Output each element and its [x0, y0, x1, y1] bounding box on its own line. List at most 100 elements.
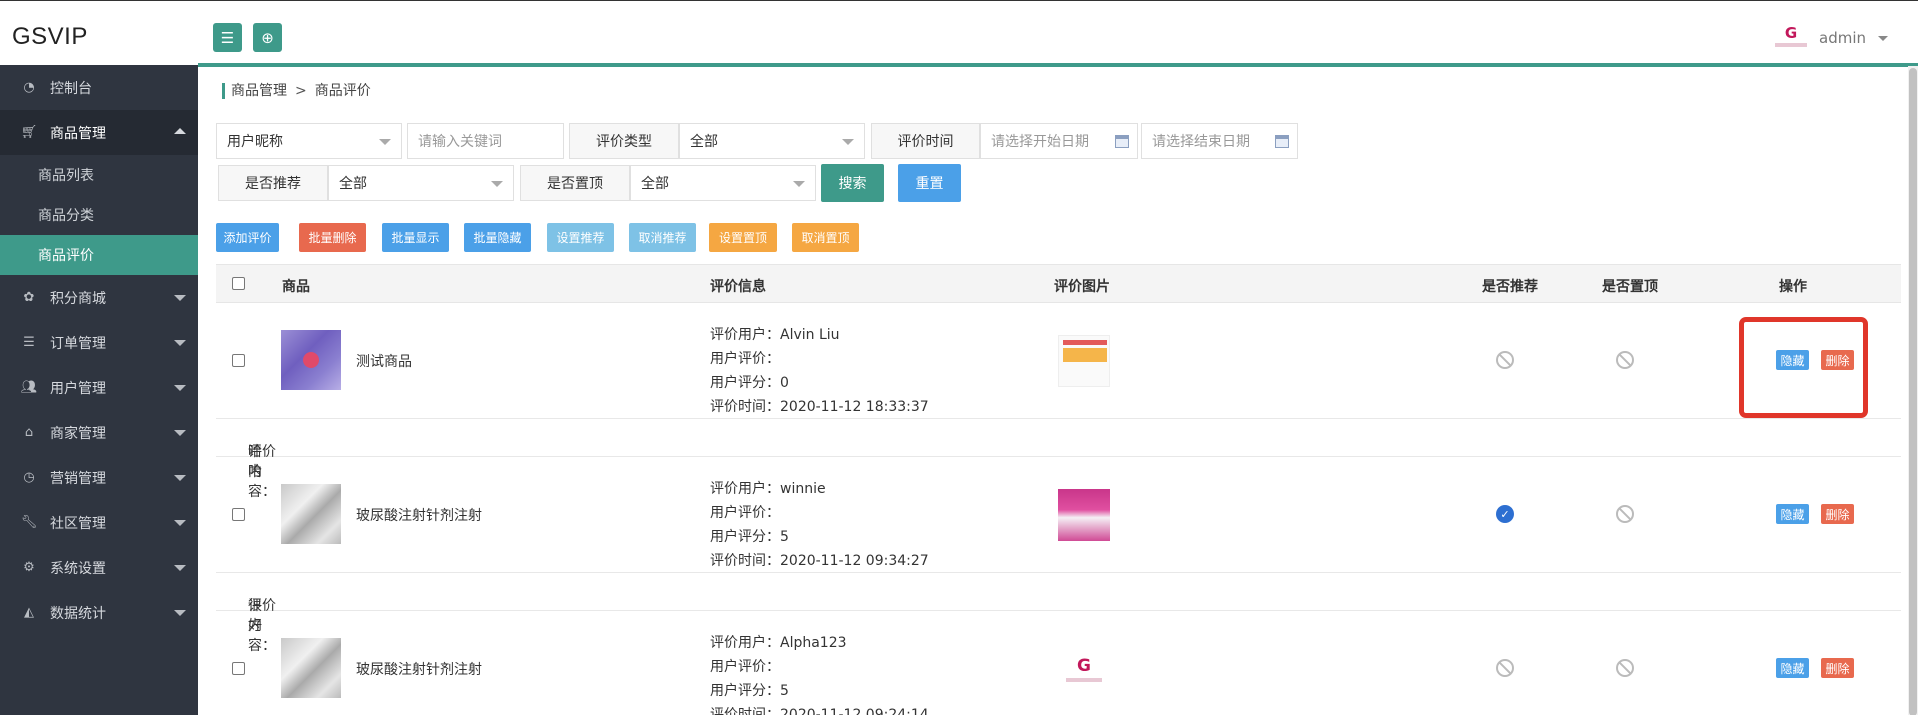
sidebar-subitem-goods-list[interactable]: 商品列表 — [0, 155, 198, 195]
review-image[interactable] — [1058, 489, 1110, 541]
ban-icon[interactable] — [1496, 659, 1514, 677]
recommend-select[interactable]: 全部 — [328, 165, 514, 201]
end-date-input[interactable]: 请选择结束日期 — [1141, 123, 1298, 159]
header-product: 商品 — [282, 279, 310, 295]
sidebar-item-label: 营销管理 — [50, 470, 106, 487]
highlight-annotation — [1739, 317, 1868, 418]
cancel-recommend-button[interactable]: 取消推荐 — [629, 223, 696, 252]
search-button[interactable]: 搜索 — [821, 164, 884, 202]
app-logo: GSVIP — [12, 23, 88, 50]
review-table: 商品 评价信息 评价图片 是否推荐 是否置顶 操作 测试商品 评价用户：Alvi… — [216, 264, 1901, 715]
sidebar-item-users[interactable]: 👥︎ 用户管理 — [0, 365, 198, 410]
keyword-input[interactable]: 请输入关键词 — [407, 123, 564, 159]
sidebar-item-label: 用户管理 — [50, 380, 106, 397]
cart-icon: 🛒︎ — [20, 125, 38, 140]
review-image[interactable]: G — [1058, 643, 1110, 695]
ban-icon[interactable] — [1496, 351, 1514, 369]
check-circle-icon[interactable]: ✓ — [1496, 505, 1514, 523]
chevron-down-icon — [174, 385, 186, 391]
select-all-checkbox[interactable] — [232, 277, 245, 290]
review-info: 评价用户：Alpha123 用户评价： 用户评分：5 评价时间：2020-11-… — [710, 635, 929, 715]
sidebar-item-points-mall[interactable]: ✿ 积分商城 — [0, 275, 198, 320]
chevron-down-icon — [379, 139, 391, 145]
row-checkbox[interactable] — [232, 662, 245, 675]
top-select[interactable]: 全部 — [630, 165, 816, 201]
gift-icon: ✿ — [23, 290, 35, 305]
globe-icon: ⊕ — [261, 28, 274, 47]
product-thumbnail — [281, 484, 341, 544]
ban-icon[interactable] — [1616, 659, 1634, 677]
chevron-down-icon — [174, 475, 186, 481]
batch-hide-button[interactable]: 批量隐藏 — [464, 223, 531, 252]
header-recommend: 是否推荐 — [1482, 279, 1538, 295]
chevron-down-icon — [174, 430, 186, 436]
hide-button[interactable]: 隐藏 — [1776, 504, 1809, 524]
top-bar: GSVIP ☰ ⊕ G admin — [0, 0, 1918, 66]
sidebar-item-label: 订单管理 — [50, 335, 106, 352]
sidebar-item-marketing[interactable]: ◷ 营销管理 — [0, 455, 198, 500]
chevron-down-icon — [793, 181, 805, 187]
ban-icon[interactable] — [1616, 351, 1634, 369]
username: admin — [1819, 29, 1866, 47]
set-top-button[interactable]: 设置置顶 — [709, 223, 777, 252]
sidebar-item-merchants[interactable]: ⌂ 商家管理 — [0, 410, 198, 455]
ban-icon[interactable] — [1616, 505, 1634, 523]
sidebar-item-goods[interactable]: 🛒︎ 商品管理 — [0, 110, 198, 155]
review-info: 评价用户：Alvin Liu 用户评价： 用户评分：0 评价时间：2020-11… — [710, 327, 929, 415]
sidebar-subitem-goods-category[interactable]: 商品分类 — [0, 195, 198, 235]
home-icon: ⌂ — [24, 425, 34, 440]
brand-logo-icon: G — [1077, 655, 1091, 676]
sidebar-item-dashboard[interactable]: ◔ 控制台 — [0, 65, 198, 110]
dashboard-icon: ◔ — [23, 80, 35, 95]
chevron-down-icon — [491, 181, 503, 187]
delete-button[interactable]: 删除 — [1821, 658, 1854, 678]
sidebar-item-label: 控制台 — [50, 80, 92, 97]
sidebar-item-label: 系统设置 — [50, 560, 106, 577]
calendar-icon — [1275, 135, 1289, 148]
menu-toggle-button[interactable]: ☰ — [213, 23, 242, 52]
comment-row: 评价内容： 哈哈 — [216, 419, 1901, 500]
user-field-select[interactable]: 用户昵称 — [216, 123, 402, 159]
sidebar-item-settings[interactable]: ⚙ 系统设置 — [0, 545, 198, 590]
delete-button[interactable]: 删除 — [1821, 504, 1854, 524]
user-menu[interactable]: G admin — [1771, 25, 1888, 51]
table-header: 商品 评价信息 评价图片 是否推荐 是否置顶 操作 — [216, 264, 1901, 303]
breadcrumb-current: 商品评价 — [314, 83, 371, 99]
header-images: 评价图片 — [1054, 279, 1110, 295]
add-review-button[interactable]: 添加评价 — [216, 223, 279, 252]
sidebar-item-label: 积分商城 — [50, 290, 106, 307]
product-name: 玻尿酸注射针剂注射 — [356, 508, 482, 524]
review-image[interactable] — [1058, 335, 1110, 387]
sidebar-item-community[interactable]: 🔧︎ 社区管理 — [0, 500, 198, 545]
row-checkbox[interactable] — [232, 354, 245, 367]
chevron-down-icon — [174, 565, 186, 571]
brand-logo-icon: G — [1784, 24, 1798, 42]
area-chart-icon: ◭ — [24, 605, 34, 620]
scrollbar-thumb[interactable] — [1909, 68, 1917, 715]
sidebar-item-statistics[interactable]: ◭ 数据统计 — [0, 590, 198, 635]
chevron-down-icon — [174, 295, 186, 301]
start-date-input[interactable]: 请选择开始日期 — [980, 123, 1138, 159]
row-checkbox[interactable] — [232, 508, 245, 521]
chevron-up-icon — [174, 128, 186, 134]
table-row: 测试商品 评价用户：Alvin Liu 用户评价： 用户评分：0 评价时间：20… — [216, 303, 1901, 419]
comment-row: 评价内容： 很好 — [216, 573, 1901, 654]
reset-button[interactable]: 重置 — [898, 164, 961, 202]
website-button[interactable]: ⊕ — [253, 23, 282, 52]
table-row: 玻尿酸注射针剂注射 评价用户：Alpha123 用户评价： 用户评分：5 评价时… — [216, 611, 1901, 715]
product-name: 测试商品 — [356, 354, 412, 370]
review-type-label: 评价类型 — [569, 123, 679, 159]
review-type-select[interactable]: 全部 — [679, 123, 865, 159]
sidebar-item-orders[interactable]: ☰ 订单管理 — [0, 320, 198, 365]
header-top: 是否置顶 — [1602, 279, 1658, 295]
sidebar-subitem-goods-review[interactable]: 商品评价 — [0, 235, 198, 275]
gears-icon: ⚙ — [23, 560, 35, 575]
batch-show-button[interactable]: 批量显示 — [382, 223, 449, 252]
hide-button[interactable]: 隐藏 — [1776, 658, 1809, 678]
batch-delete-button[interactable]: 批量删除 — [299, 223, 366, 252]
set-recommend-button[interactable]: 设置推荐 — [547, 223, 614, 252]
header-ops: 操作 — [1779, 279, 1807, 295]
scrollbar[interactable] — [1908, 66, 1918, 715]
breadcrumb-parent[interactable]: 商品管理 — [231, 83, 287, 99]
cancel-top-button[interactable]: 取消置顶 — [792, 223, 859, 252]
